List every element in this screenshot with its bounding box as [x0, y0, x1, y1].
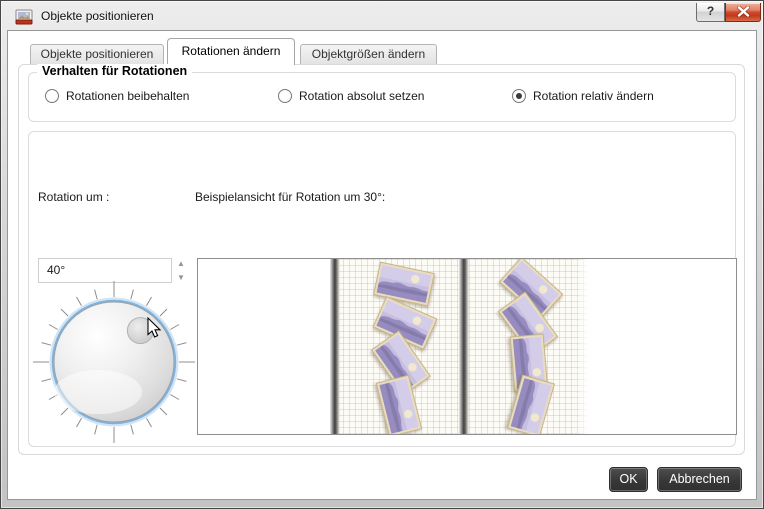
help-button[interactable]: ? — [696, 3, 725, 22]
help-icon: ? — [707, 4, 714, 18]
preview-canvas — [198, 259, 736, 434]
page-spine-right — [459, 259, 469, 434]
spin-up-icon[interactable]: ▲ — [174, 258, 188, 269]
rotation-preview-box — [197, 258, 737, 435]
radio-rotation-absolut-setzen[interactable]: Rotation absolut setzen — [278, 89, 424, 103]
tab-rotationen-aendern[interactable]: Rotationen ändern — [167, 38, 295, 65]
radio-icon — [512, 89, 526, 103]
radio-rotation-relativ-aendern[interactable]: Rotation relativ ändern — [512, 89, 654, 103]
app-icon — [15, 8, 33, 26]
radio-icon — [278, 89, 292, 103]
tab-objekte-positionieren[interactable]: Objekte positionieren — [30, 44, 164, 65]
tab-objektgroessen-aendern[interactable]: Objektgrößen ändern — [300, 44, 437, 65]
preview-grid-fade — [576, 259, 590, 434]
radio-label: Rotation absolut setzen — [299, 89, 424, 103]
preview-caption-label: Beispielansicht für Rotation um 30°: — [195, 190, 385, 204]
knob-gloss — [54, 370, 142, 414]
title-bar[interactable]: Objekte positionieren ? — [2, 2, 762, 30]
radio-rotationen-beibehalten[interactable]: Rotationen beibehalten — [45, 89, 189, 103]
window-title: Objekte positionieren — [41, 9, 154, 23]
close-icon — [737, 6, 750, 17]
page-spine-left — [330, 259, 340, 434]
radio-label: Rotation relativ ändern — [533, 89, 654, 103]
group-verhalten-fuer-rotationen: Verhalten für Rotationen Rotationen beib… — [28, 72, 736, 122]
cancel-button[interactable]: Abbrechen — [657, 467, 742, 492]
tab-label: Objekte positionieren — [41, 47, 154, 61]
group-legend: Verhalten für Rotationen — [37, 64, 192, 78]
radio-label: Rotationen beibehalten — [66, 89, 189, 103]
tab-label: Objektgrößen ändern — [312, 47, 425, 61]
close-button[interactable] — [725, 3, 761, 22]
ok-button[interactable]: OK — [609, 467, 648, 492]
rotation-knob[interactable] — [30, 278, 198, 446]
tab-label: Rotationen ändern — [182, 44, 281, 58]
rotation-amount-label: Rotation um : — [38, 190, 109, 204]
radio-icon — [45, 89, 59, 103]
dialog-objekte-positionieren: Objekte positionieren ? Objekte position… — [0, 0, 764, 509]
